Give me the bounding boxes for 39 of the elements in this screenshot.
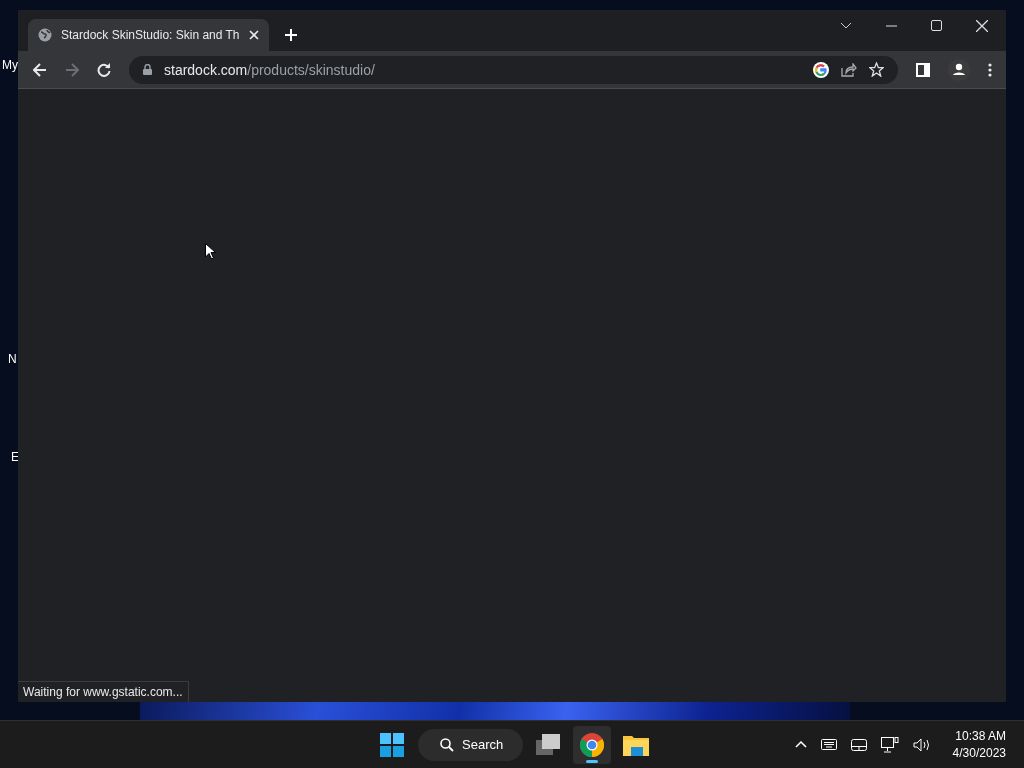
new-tab-plus-icon[interactable]: [284, 29, 297, 41]
side-panel-icon[interactable]: [916, 62, 930, 77]
share-icon[interactable]: [841, 62, 857, 77]
folder-icon: [623, 733, 650, 756]
maximize-icon[interactable]: [931, 20, 942, 31]
chevron-down-icon[interactable]: [840, 22, 852, 29]
keyboard-icon[interactable]: [820, 739, 837, 750]
clock-time[interactable]: 10:38 AM: [955, 727, 1006, 745]
google-g-icon[interactable]: [813, 61, 829, 78]
desktop-icon-label[interactable]: E: [11, 450, 19, 464]
desktop-icon-label[interactable]: My: [2, 58, 18, 72]
star-icon[interactable]: [869, 62, 884, 77]
status-text: Waiting for www.gstatic.com...: [18, 681, 189, 702]
close-icon[interactable]: [248, 30, 259, 40]
globe-icon: [38, 28, 52, 42]
windows-start-icon[interactable]: [380, 732, 404, 757]
desktop-icon-label[interactable]: N: [8, 352, 17, 366]
mouse-pointer-icon: [205, 243, 216, 260]
close-icon[interactable]: [976, 19, 988, 32]
tab-title: Stardock SkinStudio: Skin and Th: [61, 28, 240, 42]
search-icon: [440, 737, 454, 752]
minimize-icon[interactable]: [886, 24, 897, 27]
clock-date[interactable]: 4/30/2023: [952, 744, 1006, 762]
touchpad-icon[interactable]: [850, 738, 867, 751]
address-bar[interactable]: stardock.com/products/skinstudio/: [129, 55, 898, 84]
network-icon[interactable]: [880, 736, 899, 753]
volume-icon[interactable]: [912, 737, 931, 752]
profile-icon[interactable]: [948, 58, 970, 81]
task-view-icon: [536, 733, 561, 756]
url-text: stardock.com/products/skinstudio/: [164, 61, 375, 78]
chevron-up-icon[interactable]: [794, 741, 807, 748]
search-button[interactable]: Search: [418, 728, 524, 761]
lock-icon: [143, 64, 152, 75]
browser-app-icon: [580, 732, 605, 757]
reload-icon[interactable]: [97, 62, 111, 77]
browser-tab[interactable]: Stardock SkinStudio: Skin and Th: [28, 19, 269, 51]
menu-icon[interactable]: [988, 62, 992, 77]
back-arrow-icon[interactable]: [33, 62, 47, 77]
taskbar-app[interactable]: [573, 725, 612, 764]
